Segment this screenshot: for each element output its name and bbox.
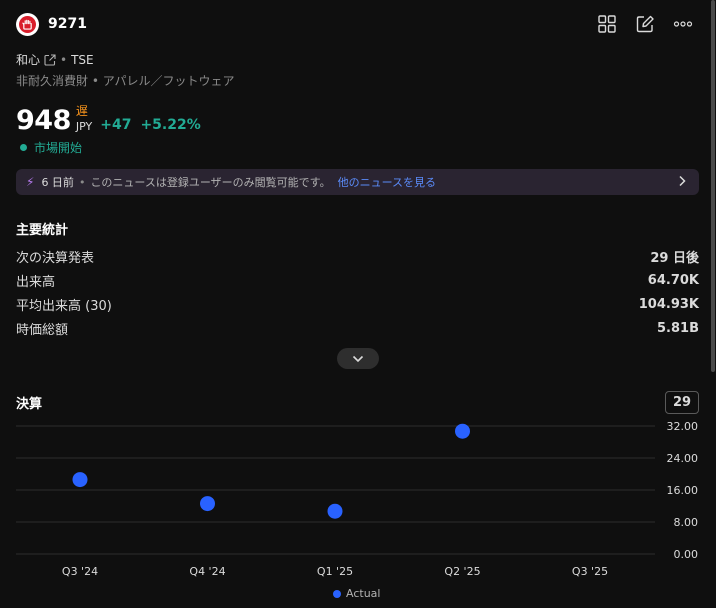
sector-industry[interactable]: 非耐久消費財 • アパレル／フットウェア: [16, 72, 234, 89]
scrollbar[interactable]: [710, 0, 716, 608]
chart-legend: Actual: [333, 587, 380, 600]
news-banner[interactable]: ⚡ 6 日前 • このニュースは登録ユーザーのみ閲覧可能です。 他のニュースを見…: [16, 169, 699, 195]
stat-value: 5.81B: [657, 320, 699, 336]
earnings-point[interactable]: [72, 472, 88, 488]
earnings-point[interactable]: [200, 496, 215, 512]
chevron-down-icon: [352, 355, 364, 362]
stat-value: 29 日後: [650, 250, 699, 266]
y-tick-label: 24.00: [667, 452, 699, 465]
market-status-dot: [20, 144, 27, 151]
market-status: 市場開始: [20, 139, 82, 156]
y-tick-label: 16.00: [667, 484, 699, 497]
earnings-point[interactable]: [327, 503, 343, 519]
chevron-right-icon[interactable]: [677, 175, 687, 191]
stat-label: 平均出来高 (30): [16, 298, 112, 314]
name-separator: •: [60, 52, 68, 67]
x-tick-label: Q3 '25: [572, 565, 608, 578]
price-row: 948 遅 JPY +47 +5.22%: [16, 103, 201, 139]
earnings-point[interactable]: [455, 423, 470, 439]
x-tick-label: Q2 '25: [444, 565, 480, 578]
x-tick-label: Q4 '24: [189, 565, 225, 578]
lightning-icon: ⚡: [26, 175, 35, 189]
expand-stats-button[interactable]: [337, 348, 379, 369]
more-icon[interactable]: [672, 13, 694, 35]
company-name[interactable]: 和心: [16, 51, 40, 68]
more-news-link[interactable]: 他のニュースを見る: [338, 174, 436, 190]
market-status-label: 市場開始: [34, 141, 83, 155]
stat-value: 104.93K: [638, 296, 699, 312]
news-age: 6 日前: [41, 176, 74, 189]
external-link-icon[interactable]: [44, 53, 56, 66]
legend-swatch: [333, 589, 341, 598]
news-message: このニュースは登録ユーザーのみ閲覧可能です。: [90, 176, 331, 189]
stat-row-avg-volume: 平均出来高 (30) 104.93K: [16, 292, 699, 316]
legend-label: Actual: [346, 587, 381, 600]
header-actions: [596, 13, 694, 35]
symbol-details-panel: 9271 和心 • TSE 非耐久消費財 • アパレル／フットウェア 948 遅…: [0, 0, 710, 608]
earnings-chart: 32.00 24.00 16.00 8.00 0.00 Q3 '24 Q4 '24 Q1 '…: [16, 420, 699, 578]
company-logo: [16, 12, 39, 36]
earnings-title: 決算: [16, 397, 43, 412]
stat-row-market-cap: 時価総額 5.81B: [16, 316, 699, 340]
price-change: +47: [100, 117, 132, 133]
currency-label: JPY: [75, 120, 93, 133]
symbol-header: 9271: [16, 12, 87, 36]
grid-icon[interactable]: [596, 13, 618, 35]
last-price: 948: [16, 105, 71, 136]
earnings-days-badge[interactable]: 29: [665, 391, 699, 414]
x-tick-label: Q1 '25: [317, 565, 353, 578]
y-tick-label: 32.00: [667, 420, 699, 433]
stat-label: 次の決算発表: [16, 250, 95, 266]
key-stats-list: 次の決算発表 29 日後 出来高 64.70K 平均出来高 (30) 104.9…: [16, 244, 699, 340]
stat-value: 64.70K: [647, 272, 699, 288]
edit-icon[interactable]: [634, 13, 656, 35]
price-change-percent: +5.22%: [140, 117, 201, 133]
stat-row-volume: 出来高 64.70K: [16, 268, 699, 292]
delayed-badge: 遅: [75, 104, 88, 118]
stat-row-next-earnings: 次の決算発表 29 日後: [16, 244, 699, 268]
ticker-symbol: 9271: [48, 16, 87, 32]
key-stats-title: 主要統計: [16, 223, 69, 238]
y-tick-label: 0.00: [674, 548, 699, 561]
scrollbar-thumb[interactable]: [711, 0, 715, 372]
stat-label: 出来高: [16, 274, 56, 290]
news-separator: •: [78, 175, 86, 189]
x-tick-label: Q3 '24: [62, 565, 98, 578]
exchange-label: TSE: [71, 52, 94, 67]
y-tick-label: 8.00: [674, 516, 699, 529]
stat-label: 時価総額: [16, 322, 69, 338]
company-name-row: 和心 • TSE: [16, 51, 94, 68]
logo-hand-icon: [22, 19, 32, 30]
